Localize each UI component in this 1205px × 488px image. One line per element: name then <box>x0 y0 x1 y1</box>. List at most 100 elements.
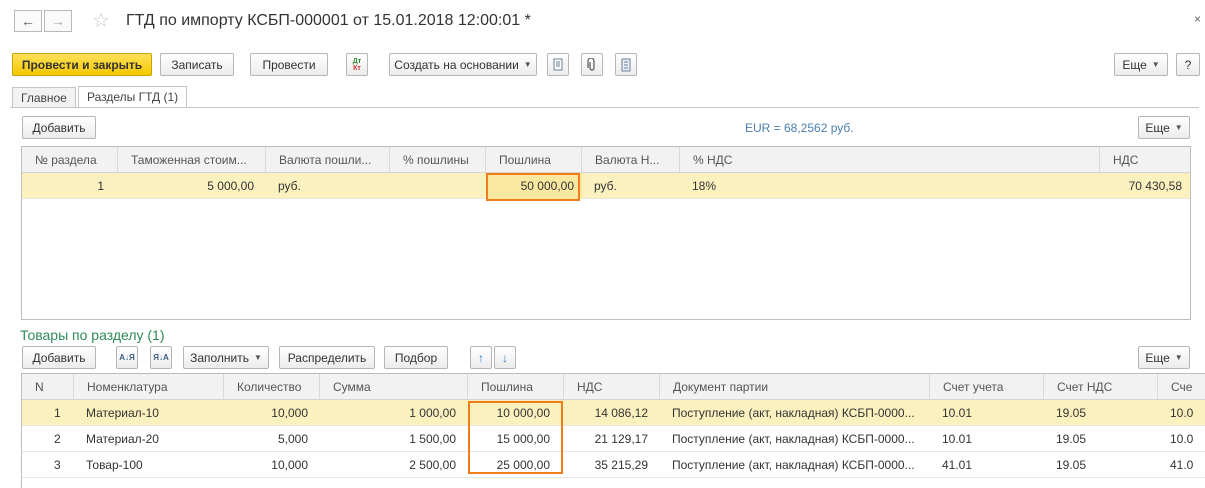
quantity: 5,000 <box>277 432 308 446</box>
customs-value: 5 000,00 <box>207 179 254 193</box>
document-icon <box>553 58 563 71</box>
batch-document: Поступление (акт, накладная) КСБП-0000..… <box>672 458 915 472</box>
close-icon[interactable]: × <box>1194 12 1201 26</box>
more-button[interactable]: Еще ▼ <box>1114 53 1168 76</box>
dropdown-arrow-icon: ▼ <box>1174 353 1183 362</box>
extra-account: 10.0 <box>1170 432 1194 446</box>
item-name: Товар-100 <box>86 458 143 472</box>
column-header[interactable]: Валюта пошли... <box>266 147 390 173</box>
dropdown-arrow-icon: ▼ <box>1151 60 1160 69</box>
account: 10.01 <box>942 432 973 446</box>
table-row[interactable]: 3 Товар-100 10,000 2 500,00 25 000,00 35… <box>22 452 1205 478</box>
fill-label: Заполнить <box>190 350 249 365</box>
goods-table[interactable]: N Номенклатура Количество Сумма Пошлина … <box>21 373 1205 488</box>
extra-account: 41.0 <box>1170 458 1194 472</box>
dropdown-arrow-icon: ▼ <box>523 60 532 69</box>
structure-button[interactable] <box>615 53 637 76</box>
column-header[interactable]: № раздела <box>22 147 118 173</box>
sum: 1 500,00 <box>409 432 456 446</box>
duty-currency: руб. <box>278 179 301 193</box>
column-header[interactable]: N <box>22 374 74 400</box>
tab-divider <box>10 107 1199 108</box>
sections-table-header: № раздела Таможенная стоим... Валюта пош… <box>22 147 1190 173</box>
column-header[interactable]: НДС <box>1100 147 1190 173</box>
save-button[interactable]: Записать <box>160 53 234 76</box>
sections-table[interactable]: № раздела Таможенная стоим... Валюта пош… <box>21 146 1191 320</box>
column-header[interactable]: Документ партии <box>660 374 930 400</box>
create-based-on-button[interactable]: Создать на основании ▼ <box>389 53 537 76</box>
column-header[interactable]: Сумма <box>320 374 468 400</box>
goods-more-button[interactable]: Еще ▼ <box>1138 346 1190 369</box>
column-header[interactable]: % пошлины <box>390 147 486 173</box>
vat-account: 19.05 <box>1056 458 1087 472</box>
paperclip-icon <box>587 57 595 71</box>
sum: 2 500,00 <box>409 458 456 472</box>
extra-account: 10.0 <box>1170 406 1194 420</box>
attach-file-button[interactable] <box>581 53 603 76</box>
add-goods-button[interactable]: Добавить <box>22 346 96 369</box>
dt-kt-report-button[interactable]: Дт Кт <box>346 53 368 76</box>
quantity: 10,000 <box>271 458 308 472</box>
move-down-button[interactable]: ↓ <box>494 346 516 369</box>
distribute-button[interactable]: Распределить <box>279 346 375 369</box>
more-label: Еще <box>1122 57 1147 72</box>
sections-more-button[interactable]: Еще ▼ <box>1138 116 1190 139</box>
arrow-down-icon: ↓ <box>502 350 508 365</box>
dt-kt-icon-lower: Кт <box>353 64 361 72</box>
sections-more-label: Еще <box>1145 120 1170 135</box>
forward-button[interactable]: → <box>44 10 72 32</box>
duty-percent <box>390 173 486 199</box>
dropdown-arrow-icon: ▼ <box>1174 123 1183 132</box>
arrow-up-icon: ↑ <box>478 350 484 365</box>
batch-document: Поступление (акт, накладная) КСБП-0000..… <box>672 406 915 420</box>
tab-customs-sections[interactable]: Разделы ГТД (1) <box>78 86 188 108</box>
column-header[interactable]: Счет учета <box>930 374 1044 400</box>
help-button[interactable]: ? <box>1176 53 1200 76</box>
favorite-star-icon[interactable]: ☆ <box>92 8 110 33</box>
vat-currency: руб. <box>594 179 617 193</box>
print-button[interactable] <box>547 53 569 76</box>
column-header[interactable]: Валюта Н... <box>582 147 680 173</box>
goods-more-label: Еще <box>1145 350 1170 365</box>
sort-ascending-button[interactable]: А↓Я <box>116 346 138 369</box>
post-button[interactable]: Провести <box>250 53 328 76</box>
arrow-right-icon: → <box>51 13 65 29</box>
column-header[interactable]: Таможенная стоим... <box>118 147 266 173</box>
account: 10.01 <box>942 406 973 420</box>
add-section-button[interactable]: Добавить <box>22 116 96 139</box>
item-name: Материал-20 <box>86 432 159 446</box>
vat-amount: 14 086,12 <box>594 406 648 420</box>
column-header[interactable]: НДС <box>564 374 660 400</box>
vat-account: 19.05 <box>1056 406 1087 420</box>
duty-highlight-frame <box>486 173 580 201</box>
page-title: ГТД по импорту КСБП-000001 от 15.01.2018… <box>126 12 531 29</box>
column-header[interactable]: % НДС <box>680 147 1100 173</box>
vat-amount: 35 215,29 <box>594 458 648 472</box>
create-based-on-label: Создать на основании <box>394 57 519 72</box>
vat-percent: 18% <box>692 179 717 193</box>
arrow-left-icon: ← <box>21 13 35 29</box>
column-header[interactable]: Количество <box>224 374 320 400</box>
sum: 1 000,00 <box>409 406 456 420</box>
sort-descending-button[interactable]: Я↓А <box>150 346 172 369</box>
sort-descending-icon: Я↓А <box>153 353 169 362</box>
duty-column-highlight-frame <box>468 401 563 474</box>
table-row[interactable]: 2 Материал-20 5,000 1 500,00 15 000,00 2… <box>22 426 1205 452</box>
pick-button[interactable]: Подбор <box>384 346 448 369</box>
column-header[interactable]: Номенклатура <box>74 374 224 400</box>
goods-table-header: N Номенклатура Количество Сумма Пошлина … <box>22 374 1205 400</box>
back-button[interactable]: ← <box>14 10 42 32</box>
column-header[interactable]: Пошлина <box>468 374 564 400</box>
column-header[interactable]: Сче <box>1158 374 1205 400</box>
table-row[interactable]: 1 Материал-10 10,000 1 000,00 10 000,00 … <box>22 400 1205 426</box>
tab-main[interactable]: Главное <box>12 87 76 108</box>
column-header[interactable]: Пошлина <box>486 147 582 173</box>
table-row[interactable]: 1 5 000,00 руб. 50 000,00 руб. 18% 70 43… <box>22 173 1190 199</box>
list-document-icon <box>621 58 631 71</box>
fill-button[interactable]: Заполнить ▼ <box>183 346 269 369</box>
vat-amount: 21 129,17 <box>594 432 648 446</box>
move-up-button[interactable]: ↑ <box>470 346 492 369</box>
column-header[interactable]: Счет НДС <box>1044 374 1158 400</box>
post-and-close-button[interactable]: Провести и закрыть <box>12 53 152 76</box>
account: 41.01 <box>942 458 973 472</box>
